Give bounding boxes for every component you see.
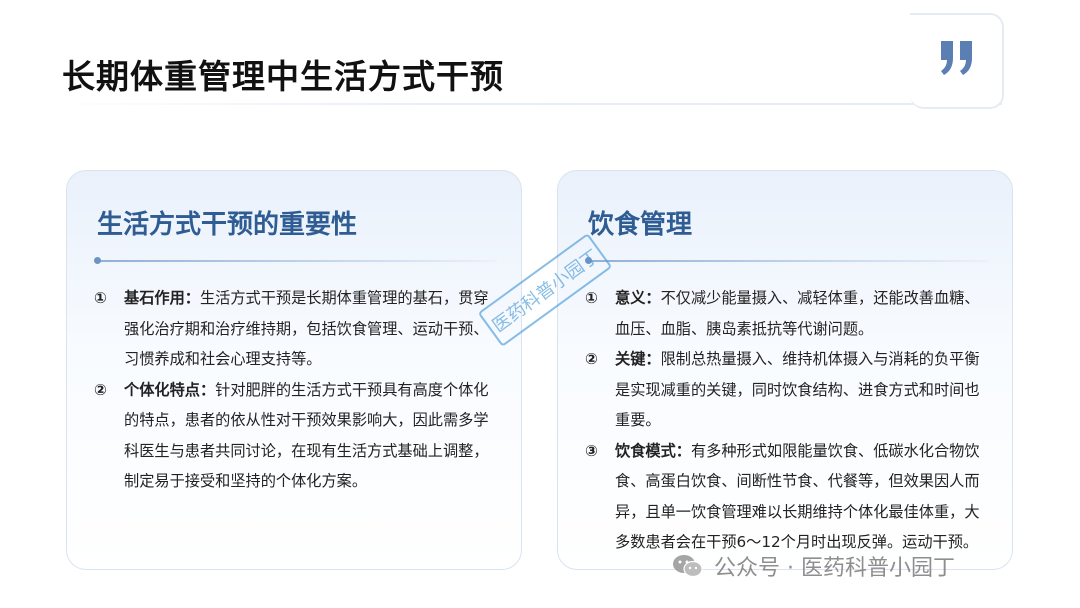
item-list: ① 基石作用：生活方式干预是长期体重管理的基石，贯穿强化治疗期和治疗维持期，包括饮… [94,283,494,497]
slide: 长期体重管理中生活方式干预 生活方式干预的重要性 ① 基石作用：生活方式干预是长期… [0,0,1080,608]
item-key: 个体化特点： [124,380,216,399]
card-divider [97,260,497,262]
page-title: 长期体重管理中生活方式干预 [62,57,504,96]
diet-card: 饮食管理 ① 意义：不仅减少能量摄入、减轻体重，还能改善血糖、血压、血脂、胰岛素抵… [557,170,1013,570]
list-item: ② 个体化特点：针对肥胖的生活方式干预具有高度个体化的特点，患者的依从性对干预效果… [94,375,494,497]
item-key: 关键： [615,350,661,368]
list-item: ① 基石作用：生活方式干预是长期体重管理的基石，贯穿强化治疗期和治疗维持期，包括饮… [94,283,494,375]
list-item: ① 意义：不仅减少能量摄入、减轻体重，还能改善血糖、血压、血脂、胰岛素抵抗等代谢问… [585,283,985,344]
watermark-text: 医药科普小园丁 [489,246,603,337]
wechat-icon [673,555,703,578]
item-key: 意义： [615,289,661,307]
footer-text: 公众号 · 医药科普小园丁 [714,556,955,581]
item-list: ① 意义：不仅减少能量摄入、减轻体重，还能改善血糖、血压、血脂、胰岛素抵抗等代谢问… [585,283,985,558]
footer-credit: 公众号 · 医药科普小园丁 [672,551,955,581]
item-key: 基石作用： [124,289,200,307]
watermark-stamp: 医药科普小园丁 [479,234,611,346]
divider-dot [94,257,101,264]
item-key: 饮食模式： [615,441,691,460]
quote-mark-icon [941,41,972,75]
card-divider [588,260,988,262]
item-number: ② [94,380,107,399]
card-title: 生活方式干预的重要性 [97,210,358,240]
item-number: ③ [585,441,598,460]
item-text: 限制总热量摄入、维持机体摄入与消耗的负平衡是实现减重的关键，同时饮食结构、进食方… [615,350,980,429]
list-item: ③ 饮食模式：有多种形式如限能量饮食、低碳水化合物饮食、高蛋白饮食、间断性节食、代… [585,436,985,558]
importance-card: 生活方式干预的重要性 ① 基石作用：生活方式干预是长期体重管理的基石，贯穿强化治疗… [66,170,522,570]
item-number: ① [94,289,107,307]
title-divider [42,103,1002,105]
item-text: 不仅减少能量摄入、减轻体重，还能改善血糖、血压、血脂、胰岛素抵抗等代谢问题。 [615,289,980,338]
list-item: ② 关键：限制总热量摄入、维持机体摄入与消耗的负平衡是实现减重的关键，同时饮食结构… [585,344,985,436]
